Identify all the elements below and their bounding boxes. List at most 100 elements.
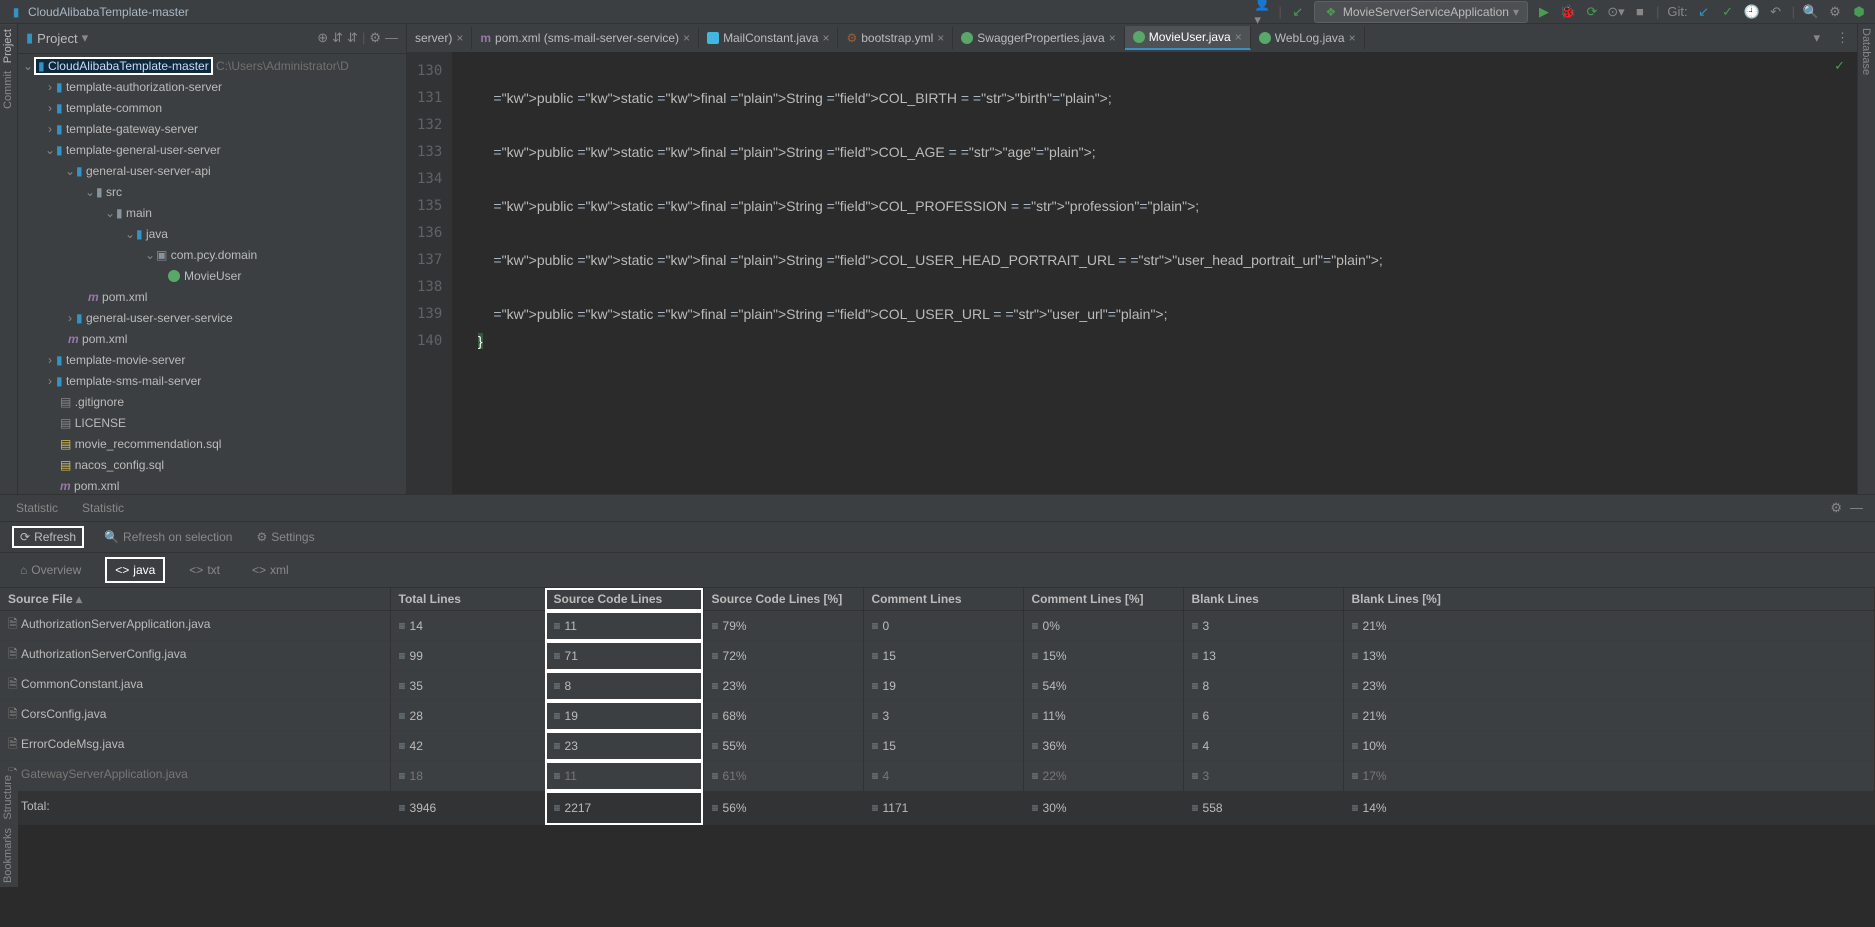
user-icon[interactable]: 👤▾ xyxy=(1254,4,1270,20)
statistic-settings-button[interactable]: ⚙Settings xyxy=(252,528,318,546)
tree-item[interactable]: ▤ movie_recommendation.sql xyxy=(18,434,406,455)
table-row[interactable]: 🗎 CommonConstant.java≡35≡8≡23%≡19≡54%≡8≡… xyxy=(0,671,1875,701)
refresh-on-selection-button[interactable]: 🔍Refresh on selection xyxy=(100,528,236,546)
tree-item[interactable]: ›▮ template-sms-mail-server xyxy=(18,371,406,392)
editor-tab[interactable]: MovieUser.java× xyxy=(1125,26,1251,50)
chevron-down-icon: ▾ xyxy=(1513,5,1519,19)
tree-item[interactable]: ▤ .gitignore xyxy=(18,392,406,413)
table-row[interactable]: 🗎 AuthorizationServerApplication.java≡14… xyxy=(0,611,1875,641)
git-commit-icon[interactable]: ✓ xyxy=(1720,4,1736,20)
panel-hide-icon[interactable]: — xyxy=(1850,500,1863,516)
statistic-tab-1[interactable]: Statistic xyxy=(12,499,62,517)
stop-icon[interactable]: ■ xyxy=(1632,4,1648,20)
tree-item[interactable]: ›▮ template-movie-server xyxy=(18,350,406,371)
locate-icon[interactable]: ⊕ xyxy=(317,30,328,46)
shield-icon[interactable]: ⬢ xyxy=(1851,4,1867,20)
git-history-icon[interactable]: 🕘 xyxy=(1744,4,1760,20)
line-gutter: 130131132133134135136137138139140 xyxy=(407,52,452,494)
tree-item[interactable]: ›▮ template-common xyxy=(18,98,406,119)
project-tool-tab[interactable]: Project xyxy=(0,24,16,67)
run-icon[interactable]: ▶ xyxy=(1536,4,1552,20)
editor-tab[interactable]: WebLog.java× xyxy=(1251,27,1365,49)
bookmarks-tool-tab[interactable]: Bookmarks xyxy=(0,824,16,887)
tree-root[interactable]: ⌄ ▮ CloudAlibabaTemplate-master C:\Users… xyxy=(18,56,406,77)
tree-item[interactable]: ›▮ general-user-server-service xyxy=(18,308,406,329)
tree-item-movieuser[interactable]: MovieUser xyxy=(18,266,406,287)
settings-icon[interactable]: ⚙ xyxy=(369,30,381,46)
editor-tab[interactable]: mpom.xml (sms-mail-server-service)× xyxy=(472,27,699,49)
refresh-icon: ⟳ xyxy=(20,530,30,544)
refresh-button[interactable]: ⟳Refresh xyxy=(12,526,84,548)
project-view-selector[interactable]: ▮ Project ▾ xyxy=(26,30,317,46)
filter-java[interactable]: <>java xyxy=(105,557,165,583)
col-comment-lines[interactable]: Comment Lines xyxy=(863,588,1023,611)
code-editor[interactable]: 130131132133134135136137138139140 ="kw">… xyxy=(407,52,1857,494)
filter-overview[interactable]: ⌂Overview xyxy=(12,559,89,581)
col-blank-lines[interactable]: Blank Lines xyxy=(1183,588,1343,611)
app-icon: ▮ xyxy=(8,4,24,20)
database-tool-tab[interactable]: Database xyxy=(1858,24,1874,79)
tree-item[interactable]: ⌄▮ src xyxy=(18,182,406,203)
expand-all-icon[interactable]: ⇵ xyxy=(332,30,343,46)
table-row[interactable]: 🗎 CorsConfig.java≡28≡19≡68%≡3≡11%≡6≡21% xyxy=(0,701,1875,731)
tab-dropdown-icon[interactable]: ▾ xyxy=(1805,30,1828,46)
code-icon: <> xyxy=(115,563,129,577)
col-total-lines[interactable]: Total Lines xyxy=(390,588,545,611)
run-configuration-selector[interactable]: ❖ MovieServerServiceApplication ▾ xyxy=(1314,1,1528,23)
editor-tab[interactable]: server)× xyxy=(407,27,472,49)
statistics-table[interactable]: Source File ▴ Total Lines Source Code Li… xyxy=(0,588,1875,825)
coverage-icon[interactable]: ⟳ xyxy=(1584,4,1600,20)
tree-item[interactable]: ▤ LICENSE xyxy=(18,413,406,434)
home-icon: ⌂ xyxy=(20,563,27,577)
tree-item[interactable]: m pom.xml xyxy=(18,476,406,494)
tree-item[interactable]: ›▮ template-authorization-server xyxy=(18,77,406,98)
tree-item[interactable]: ▤ nacos_config.sql xyxy=(18,455,406,476)
tree-item[interactable]: m pom.xml xyxy=(18,329,406,350)
left-tool-stripe: Project Commit xyxy=(0,24,18,494)
panel-settings-icon[interactable]: ⚙ xyxy=(1830,500,1842,516)
col-source-code-lines[interactable]: Source Code Lines xyxy=(545,588,703,611)
window-title-text: CloudAlibabaTemplate-master xyxy=(28,5,189,19)
search-icon[interactable]: 🔍 xyxy=(1803,4,1819,20)
hide-icon[interactable]: — xyxy=(385,30,398,46)
col-comment-pct[interactable]: Comment Lines [%] xyxy=(1023,588,1183,611)
profile-icon[interactable]: ⊙▾ xyxy=(1608,4,1624,20)
project-tree[interactable]: ⌄ ▮ CloudAlibabaTemplate-master C:\Users… xyxy=(18,54,406,494)
filter-xml[interactable]: <>xml xyxy=(244,559,297,581)
root-name: CloudAlibabaTemplate-master xyxy=(48,59,209,73)
settings-icon[interactable]: ⚙ xyxy=(1827,4,1843,20)
statistic-tab-2[interactable]: Statistic xyxy=(78,499,128,517)
tree-item[interactable]: m pom.xml xyxy=(18,287,406,308)
col-blank-pct[interactable]: Blank Lines [%] xyxy=(1343,588,1875,611)
code-content[interactable]: ="kw">public ="kw">static ="kw">final ="… xyxy=(452,52,1393,494)
col-source-code-pct[interactable]: Source Code Lines [%] xyxy=(703,588,863,611)
tree-item[interactable]: ⌄▮ java xyxy=(18,224,406,245)
table-row[interactable]: 🗎 ErrorCodeMsg.java≡42≡23≡55%≡15≡36%≡4≡1… xyxy=(0,731,1875,761)
tree-item[interactable]: ⌄▣ com.pcy.domain xyxy=(18,245,406,266)
inspection-ok-icon[interactable]: ✓ xyxy=(1834,58,1845,74)
search-icon: 🔍 xyxy=(104,530,119,544)
col-source-file[interactable]: Source File ▴ xyxy=(0,588,390,611)
editor-area: server)×mpom.xml (sms-mail-server-servic… xyxy=(407,24,1857,494)
filter-txt[interactable]: <>txt xyxy=(181,559,228,581)
editor-tab[interactable]: SwaggerProperties.java× xyxy=(953,27,1124,49)
editor-tab[interactable]: ⚙bootstrap.yml× xyxy=(838,27,953,49)
debug-icon[interactable]: 🐞 xyxy=(1560,4,1576,20)
structure-tool-tab[interactable]: Structure xyxy=(0,771,16,824)
git-revert-icon[interactable]: ↶ xyxy=(1768,4,1784,20)
panel-tools: ⚙ — xyxy=(1830,500,1863,516)
git-pull-icon[interactable]: ↙ xyxy=(1696,4,1712,20)
commit-tool-tab[interactable]: Commit xyxy=(0,67,16,113)
tree-item[interactable]: ⌄▮ general-user-server-api xyxy=(18,161,406,182)
tree-item[interactable]: ⌄▮ template-general-user-server xyxy=(18,140,406,161)
tree-item[interactable]: ›▮ template-gateway-server xyxy=(18,119,406,140)
statistic-panel: Statistic Statistic ⚙ — ⟳Refresh 🔍Refres… xyxy=(0,494,1875,825)
table-row[interactable]: 🗎 AuthorizationServerConfig.java≡99≡71≡7… xyxy=(0,641,1875,671)
vcs-update-icon[interactable]: ↙ xyxy=(1290,4,1306,20)
table-row[interactable]: 🗎 GatewayServerApplication.java≡18≡11≡61… xyxy=(0,761,1875,791)
editor-tab[interactable]: MailConstant.java× xyxy=(699,27,838,49)
collapse-all-icon[interactable]: ⇵ xyxy=(347,30,358,46)
tree-item[interactable]: ⌄▮ main xyxy=(18,203,406,224)
table-header-row: Source File ▴ Total Lines Source Code Li… xyxy=(0,588,1875,611)
tab-more-icon[interactable]: ⋮ xyxy=(1828,30,1857,46)
